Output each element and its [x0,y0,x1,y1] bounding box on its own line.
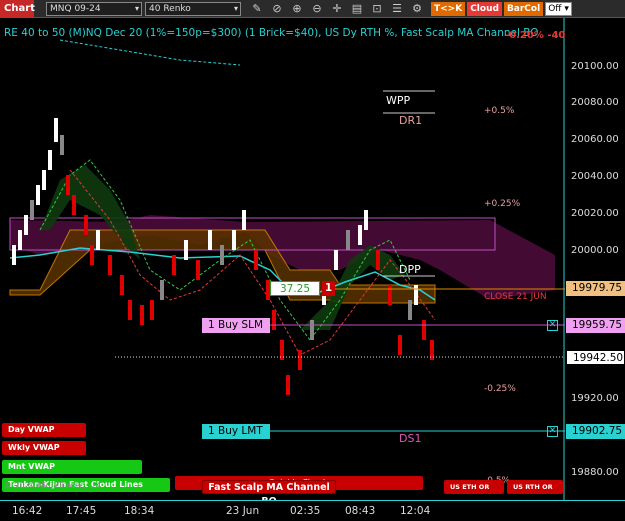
brick-up [414,285,418,305]
brick-up [184,240,188,260]
brick-down [272,310,276,330]
price-tick: 20020.00 [571,208,619,219]
cancel-buy-lmt-icon[interactable]: ✕ [547,426,558,437]
time-tick: 12:04 [400,505,431,517]
brick-down [298,350,302,370]
brick-down [398,335,402,355]
brick-down [422,320,426,340]
brick-up [24,215,28,235]
time-tick: 18:34 [124,505,155,517]
brick-down [254,250,258,270]
brick-down [196,260,200,280]
brick-down [66,175,70,195]
brick-up [408,300,412,320]
price-tick: 20040.00 [571,171,619,182]
mnt-vwap-button[interactable]: Mnt VWAP [2,460,142,474]
wpp-label: WPP [386,94,411,107]
time-tick: 23 Jun [226,505,260,517]
brick-up [48,150,52,170]
brick-down [84,215,88,235]
brick-up [54,118,58,142]
pct-dn-025-label: -0.25% [484,384,516,394]
brick-up [358,225,362,245]
brick-down [150,300,154,320]
cancel-buy-slm-icon[interactable]: ✕ [547,320,558,331]
brick-up [208,230,212,250]
brick-up [30,200,34,220]
brick-down [72,195,76,215]
brick-down [286,375,290,395]
day-vwap-button[interactable]: Day VWAP [2,423,86,437]
dpp-label: DPP [399,263,421,276]
brick-down [388,285,392,305]
chart-window: Chart MNQ 09-24 ▾ 40 Renko ▾ ✎ ⊘ ⊕ ⊖ ✛ ▤ ⊡… [0,0,625,521]
brick-up [220,245,224,265]
chart-title: RE 40 to 50 (M)NQ Dec 20 (1%=150p=$300) … [4,27,539,39]
price-tick: 19920.00 [571,393,619,404]
price-tick: 20100.00 [571,61,619,72]
buy-slm-order[interactable]: 1 Buy SLM [202,318,270,333]
time-tick: 02:35 [290,505,321,517]
brick-up [242,210,246,230]
position-qty-badge[interactable]: 1 [322,281,335,296]
price-tick: 19880.00 [571,467,619,478]
buy-slm-price-tag: 19959.75 [566,318,625,333]
cyan-dashed-line [59,39,241,66]
us-rth-or-button[interactable]: US RTH OR [507,480,563,494]
brick-down [172,255,176,275]
brick-up [12,245,16,265]
brick-down [128,300,132,320]
price-tick: 20060.00 [571,134,619,145]
price-tick: 20080.00 [571,97,619,108]
brick-up [364,210,368,230]
pct-up-025-label: +0.25% [484,199,521,209]
dr1-label: DR1 [399,114,423,127]
time-tick: 08:43 [345,505,376,517]
brick-up [232,230,236,250]
brick-up [346,230,350,250]
time-tick: 17:45 [66,505,97,517]
pct-up-05-label: +0.5% [484,106,515,116]
ds1-label: DS1 [399,432,422,445]
fast-scalp-button[interactable]: Fast Scalp MA Channel BO [202,480,336,507]
chart-plot[interactable] [0,0,625,521]
brick-down [376,250,380,270]
brick-down [140,305,144,325]
buy-lmt-order[interactable]: 1 Buy LMT [202,424,270,439]
brick-up [18,230,22,250]
brick-up [334,250,338,270]
brick-up [160,280,164,300]
last-price-tag: 19942.50 [566,350,625,365]
copyright-text: © 2024 NinjaTrader, LLC [4,481,103,490]
pnl-readout: 37.25 [270,281,320,296]
brick-up [310,320,314,340]
brick-up [96,230,100,250]
wkly-vwap-button[interactable]: Wkly VWAP [2,441,86,455]
close-label: CLOSE 21 JUN [484,292,547,302]
brick-down [108,255,112,275]
close-price-tag: 19979.75 [566,281,625,296]
us-eth-or-button[interactable]: US ETH OR [444,480,504,494]
buy-lmt-price-tag: 19902.75 [566,424,625,439]
brick-up [42,170,46,190]
brick-down [90,245,94,265]
time-tick: 16:42 [12,505,43,517]
price-tick: 20000.00 [571,245,619,256]
brick-up [36,185,40,205]
brick-down [120,275,124,295]
brick-up [60,135,64,155]
